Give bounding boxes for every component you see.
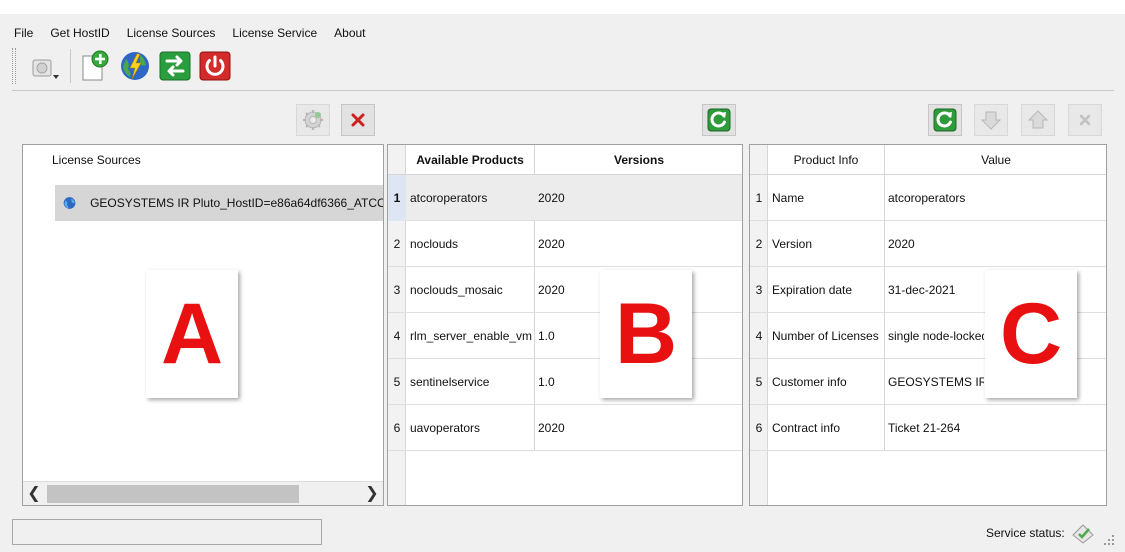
table-row[interactable]: 2 noclouds 2020 — [388, 221, 742, 267]
row-number: 6 — [755, 421, 763, 435]
col-header-product-info[interactable]: Product Info — [768, 145, 884, 175]
refresh-icon — [933, 108, 957, 132]
table-row[interactable]: 1 atcoroperators 2020 — [388, 175, 742, 221]
row-number: 2 — [393, 237, 401, 251]
product-name-cell: noclouds — [410, 237, 459, 251]
version-cell: 2020 — [538, 191, 565, 205]
version-cell: 2020 — [538, 421, 565, 435]
scroll-left-button[interactable]: ❮ — [23, 482, 45, 505]
info-key-cell: Contract info — [772, 421, 841, 435]
row-number: 1 — [755, 191, 763, 205]
info-key-cell: Expiration date — [772, 283, 853, 297]
row-number: 3 — [393, 283, 401, 297]
annotation-letter-c: C — [985, 270, 1077, 398]
download-arrow-icon — [980, 111, 1002, 130]
server-dropdown-button[interactable] — [24, 48, 64, 84]
title-strip — [0, 0, 1125, 14]
info-key-cell: Customer info — [772, 375, 847, 389]
table-row[interactable]: 1 Name atcoroperators — [750, 175, 1106, 221]
info-value-cell: Ticket 21-264 — [888, 421, 961, 435]
remove-source-button[interactable] — [341, 104, 375, 136]
status-message-field — [12, 519, 322, 545]
col-header-available-products[interactable]: Available Products — [406, 145, 534, 175]
service-status-indicator — [1068, 519, 1098, 547]
product-name-cell: sentinelservice — [410, 375, 490, 389]
row-number: 2 — [755, 237, 763, 251]
products-table-header: Available Products Versions — [388, 145, 742, 175]
col-header-versions[interactable]: Versions — [534, 145, 742, 175]
scroll-right-button[interactable]: ❯ — [361, 482, 383, 505]
delete-info-button[interactable] — [1068, 104, 1102, 136]
menu-get-hostid[interactable]: Get HostID — [48, 24, 111, 42]
table-row[interactable]: 6 uavoperators 2020 — [388, 405, 742, 451]
product-name-cell: rlm_server_enable_vm — [410, 329, 532, 343]
product-name-cell: atcoroperators — [410, 191, 488, 205]
license-source-item[interactable]: GEOSYSTEMS IR Pluto_HostID=e86a64df6366_… — [55, 185, 384, 221]
green-arrows-icon — [159, 51, 191, 81]
row-number: 6 — [393, 421, 401, 435]
license-sources-title: License Sources — [52, 153, 141, 167]
info-key-cell: Name — [772, 191, 805, 205]
license-source-label: GEOSYSTEMS IR Pluto_HostID=e86a64df6366_… — [90, 196, 384, 210]
license-sources-header: License Sources — [23, 145, 383, 175]
globe-lightning-icon — [121, 52, 149, 80]
info-value-cell: 31-dec-2021 — [888, 283, 956, 297]
refresh-info-button[interactable] — [928, 104, 962, 136]
close-icon — [1079, 114, 1091, 126]
info-value-cell: 2020 — [888, 237, 915, 251]
add-license-file-button[interactable] — [77, 48, 113, 84]
close-icon — [351, 113, 365, 127]
main-toolbar — [12, 44, 237, 88]
resize-grip-icon[interactable] — [1103, 534, 1115, 546]
toolbar-grip[interactable] — [12, 48, 16, 84]
info-key-cell: Version — [772, 237, 813, 251]
refresh-products-button[interactable] — [702, 104, 736, 136]
menu-about[interactable]: About — [332, 24, 367, 42]
toolbar-divider — [12, 90, 1114, 91]
settings-button[interactable] — [296, 104, 330, 136]
row-number: 5 — [755, 375, 763, 389]
menu-license-service[interactable]: License Service — [230, 24, 319, 42]
menu-license-sources[interactable]: License Sources — [125, 24, 218, 42]
table-row[interactable]: 2 Version 2020 — [750, 221, 1106, 267]
scroll-thumb[interactable] — [47, 485, 299, 503]
horizontal-scrollbar[interactable]: ❮ ❯ — [23, 481, 383, 505]
info-value-cell: atcoroperators — [888, 191, 966, 205]
row-number: 5 — [393, 375, 401, 389]
connect-server-button[interactable] — [117, 48, 153, 84]
menu-bar: File Get HostID License Sources License … — [12, 24, 381, 42]
row-number: 1 — [388, 175, 406, 221]
annotation-letter-a: A — [146, 270, 238, 398]
download-button[interactable] — [974, 104, 1008, 136]
product-name-cell: uavoperators — [410, 421, 481, 435]
product-name-cell: noclouds_mosaic — [410, 283, 503, 297]
row-number: 4 — [393, 329, 401, 343]
info-value-cell: single node-locked — [888, 329, 984, 343]
info-table-header: Product Info Value — [750, 145, 1106, 175]
server-dropdown-icon — [32, 59, 59, 79]
service-status-label: Service status: — [986, 526, 1065, 540]
add-document-icon — [82, 50, 109, 81]
upload-arrow-icon — [1027, 110, 1049, 129]
menu-file[interactable]: File — [12, 24, 35, 42]
info-key-cell: Number of Licenses — [772, 329, 879, 343]
gear-icon — [303, 110, 323, 130]
info-value-cell: GEOSYSTEMS IR Pluto — [888, 375, 984, 389]
row-number: 4 — [755, 329, 763, 343]
version-cell: 2020 — [538, 237, 565, 251]
switch-service-button[interactable] — [157, 48, 193, 84]
globe-icon — [63, 197, 76, 209]
upload-button[interactable] — [1021, 104, 1055, 136]
col-header-value[interactable]: Value — [884, 145, 1106, 175]
row-number: 3 — [755, 283, 763, 297]
stop-service-button[interactable] — [197, 48, 233, 84]
table-row[interactable]: 6 Contract info Ticket 21-264 — [750, 405, 1106, 451]
annotation-letter-b: B — [600, 270, 692, 398]
toolbar-separator — [70, 49, 71, 83]
refresh-icon — [707, 108, 731, 132]
power-icon — [199, 51, 231, 81]
service-status-icon — [1072, 524, 1094, 544]
